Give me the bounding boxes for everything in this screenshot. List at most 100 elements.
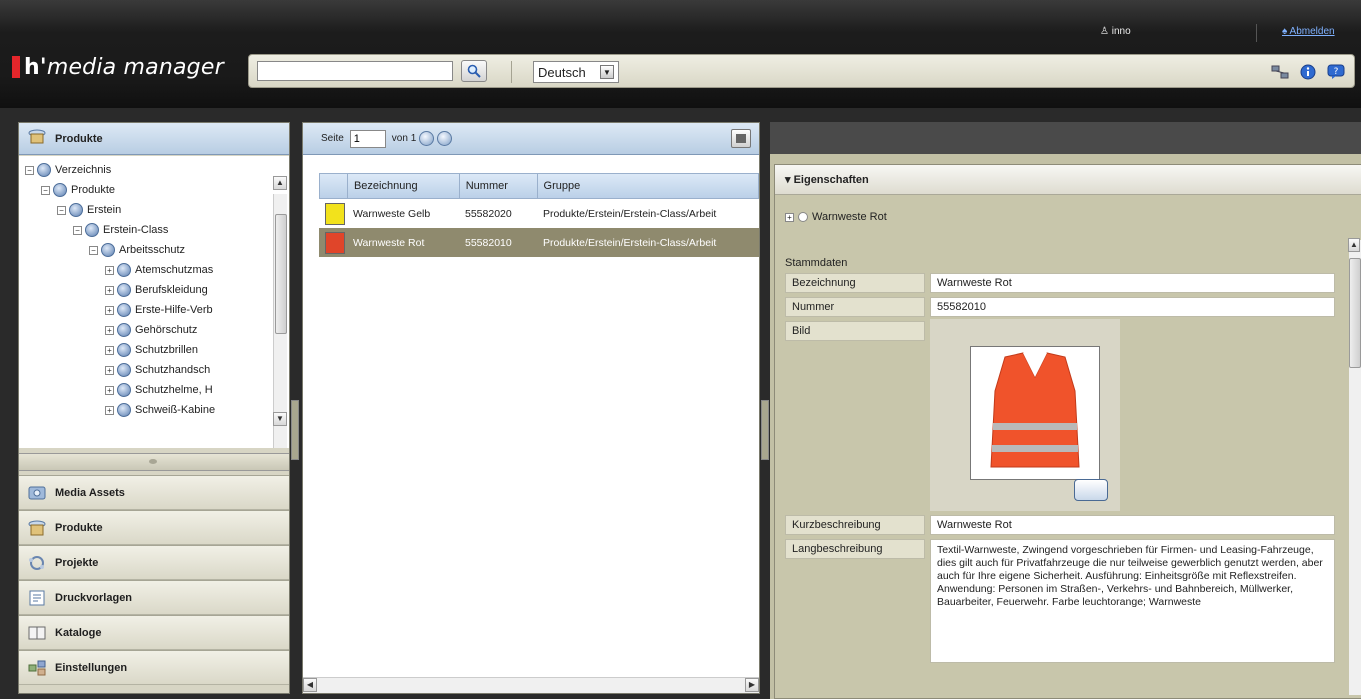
langbeschreibung-field[interactable]: Textil-Warnweste, Zwingend vorgeschriebe… [930, 539, 1335, 663]
tree-node[interactable]: + Schutzhelme, H [105, 380, 213, 400]
cell-nummer: 55582020 [465, 207, 512, 220]
left-panel-header[interactable]: Produkte [19, 123, 289, 155]
logo-text: media manager [46, 54, 224, 80]
properties-section-header[interactable]: ▾ Eigenschaften [775, 165, 1361, 195]
scroll-right-arrow[interactable]: ▶ [745, 678, 759, 692]
expand-icon[interactable]: + [105, 265, 114, 275]
nav-item-projekte[interactable]: Projekte [19, 545, 289, 580]
collapse-icon[interactable]: − [25, 165, 34, 175]
kurzbeschreibung-field[interactable]: Warnweste Rot [930, 515, 1335, 535]
table-row[interactable]: Warnweste Rot 55582010 Produkte/Erstein/Er… [319, 228, 759, 257]
list-horizontal-scrollbar[interactable]: ◀ ▶ [303, 677, 759, 693]
user-icon: ♙ [1100, 26, 1112, 37]
column-header-nummer[interactable]: Nummer [460, 174, 538, 198]
tree-node[interactable]: + Atemschutzmas [105, 260, 213, 280]
category-icon [117, 343, 131, 357]
app-logo: h'media manager [12, 54, 224, 80]
prev-page-icon[interactable] [419, 131, 435, 146]
tree-node-label: Schweiß-Kabine [135, 404, 216, 416]
tree-vertical-scrollbar[interactable]: ▲ [273, 176, 287, 448]
help-icon[interactable]: ? [1326, 62, 1346, 82]
nav-item-kataloge[interactable]: Kataloge [19, 615, 289, 650]
tree-node[interactable]: − Verzeichnis [25, 160, 111, 180]
category-icon [117, 383, 131, 397]
info-icon[interactable] [1298, 62, 1318, 82]
nav-item-produkte[interactable]: Produkte [19, 510, 289, 545]
splitter-grip [149, 459, 157, 464]
page-count: von 1 [391, 133, 417, 144]
search-button[interactable] [461, 60, 487, 82]
collapse-icon[interactable]: − [89, 245, 98, 255]
nav-item-druckvorlagen[interactable]: Druckvorlagen [19, 580, 289, 615]
collapse-icon[interactable]: − [73, 225, 82, 235]
tree-node[interactable]: + Schutzbrillen [105, 340, 198, 360]
properties-vertical-scrollbar[interactable]: ▲ [1348, 238, 1361, 695]
field-row-nummer: Nummer 55582010 [785, 297, 1335, 319]
scroll-thumb[interactable] [1349, 258, 1361, 368]
tree-node-label: Verzeichnis [55, 164, 112, 176]
tree-node[interactable]: − Erstein [57, 200, 121, 220]
next-page-icon[interactable] [437, 131, 453, 146]
tree-node[interactable]: − Produkte [41, 180, 115, 200]
tree-node-label: Schutzbrillen [135, 344, 198, 356]
nummer-field[interactable]: 55582010 [930, 297, 1335, 317]
expand-icon[interactable]: + [105, 385, 114, 395]
collapse-icon[interactable]: − [41, 185, 50, 195]
properties-panel: ▾ Eigenschaften + Warnweste Rot Stammdat… [770, 122, 1361, 699]
item-radio[interactable] [798, 212, 808, 222]
table-row[interactable]: Warnweste Gelb 55582020 Produkte/Erstein/E… [319, 199, 759, 228]
view-toggle-button[interactable] [731, 129, 751, 148]
tree-node[interactable]: + Schweiß-Kabine [105, 400, 215, 420]
left-collapse-tab[interactable] [291, 400, 299, 460]
tree-node[interactable]: − Arbeitsschutz [89, 240, 185, 260]
cell-nummer: 55582010 [465, 236, 512, 249]
scroll-up-arrow[interactable]: ▲ [1348, 238, 1360, 252]
expand-icon[interactable]: + [105, 365, 114, 375]
expand-icon[interactable]: + [105, 285, 114, 295]
scroll-up-arrow[interactable]: ▲ [273, 176, 287, 190]
tree-node[interactable]: + Gehörschutz [105, 320, 197, 340]
scroll-left-arrow[interactable]: ◀ [303, 678, 317, 692]
nav-item-einstellungen[interactable]: Einstellungen [19, 650, 289, 685]
middle-collapse-tab[interactable] [761, 400, 769, 460]
language-select[interactable]: Deutsch ▼ [533, 61, 619, 83]
panel-splitter[interactable] [19, 453, 289, 471]
expand-toggle[interactable]: + [785, 212, 794, 222]
tree-node-label: Schutzhandsch [135, 364, 211, 376]
row-swatch-cell [319, 202, 347, 225]
network-icon[interactable] [1270, 62, 1290, 82]
language-selected: Deutsch [538, 64, 586, 80]
logo-brand: h' [24, 54, 47, 80]
column-header-bezeichnung[interactable]: Bezeichnung [348, 174, 460, 198]
module-nav: Media Assets Produkte Projekte Druckvorl… [19, 475, 289, 685]
bezeichnung-field[interactable]: Warnweste Rot [930, 273, 1335, 293]
search-input[interactable] [257, 61, 453, 81]
svg-text:?: ? [1334, 67, 1339, 77]
image-edit-button[interactable] [1074, 479, 1108, 501]
scroll-down-arrow[interactable]: ▼ [273, 412, 287, 426]
expand-icon[interactable]: + [105, 325, 114, 335]
field-label: Bezeichnung [785, 273, 925, 293]
scroll-thumb[interactable] [275, 214, 287, 334]
expand-icon[interactable]: + [105, 345, 114, 355]
column-header-swatch [320, 174, 348, 198]
logout-link[interactable]: ♠ Abmelden [1282, 26, 1335, 37]
chevron-down-icon: ▼ [600, 65, 614, 79]
column-header-gruppe[interactable]: Gruppe [538, 174, 760, 198]
tree-node[interactable]: + Berufskleidung [105, 280, 208, 300]
nav-item-media-assets[interactable]: Media Assets [19, 475, 289, 510]
table-header: Bezeichnung Nummer Gruppe [319, 173, 760, 199]
category-icon [117, 403, 131, 417]
tree-node-label: Schutzhelme, H [135, 384, 213, 396]
tree-node[interactable]: + Schutzhandsch [105, 360, 210, 380]
tree-node[interactable]: − Erstein-Class [73, 220, 168, 240]
tree-node[interactable]: + Erste-Hilfe-Verb [105, 300, 213, 320]
category-icon [117, 323, 131, 337]
category-icon [85, 223, 99, 237]
search-icon [467, 64, 481, 78]
expand-icon[interactable]: + [105, 405, 114, 415]
collapse-icon[interactable]: − [57, 205, 66, 215]
expand-icon[interactable]: + [105, 305, 114, 315]
page-input[interactable] [349, 129, 386, 148]
product-image[interactable] [970, 346, 1100, 480]
